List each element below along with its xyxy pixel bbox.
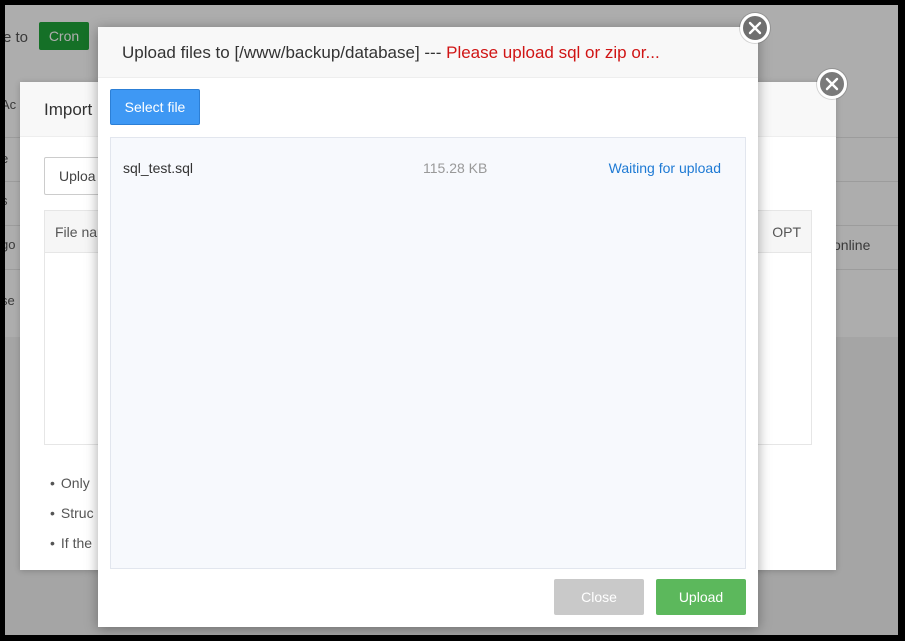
- file-name: sql_test.sql: [123, 160, 194, 176]
- import-note: Only: [50, 472, 94, 502]
- file-status: Waiting for upload: [608, 160, 721, 176]
- upload-dialog-header: Upload files to [/www/backup/database] -…: [98, 27, 758, 78]
- upload-title-warning: Please upload sql or zip or...: [446, 43, 660, 62]
- import-notes-list: Only Struc If the: [50, 472, 94, 562]
- screen-frame: e to Cron Ac e s go se online Import Upl…: [5, 5, 898, 635]
- upload-title-path: Upload files to [/www/backup/database] -…: [122, 43, 447, 62]
- import-col-opt: OPT: [772, 224, 801, 240]
- upload-button[interactable]: Upload: [656, 579, 746, 615]
- close-icon[interactable]: [817, 69, 847, 99]
- upload-file-list: sql_test.sql 115.28 KB Waiting for uploa…: [110, 137, 746, 569]
- import-col-file-name: File nar: [55, 224, 102, 240]
- upload-dialog-title: Upload files to [/www/backup/database] -…: [122, 43, 660, 63]
- select-file-button[interactable]: Select file: [110, 89, 200, 125]
- close-icon[interactable]: [740, 13, 770, 43]
- import-note: If the: [50, 532, 94, 562]
- file-size: 115.28 KB: [423, 160, 488, 176]
- list-item: sql_test.sql 115.28 KB Waiting for uploa…: [111, 158, 745, 182]
- close-button[interactable]: Close: [554, 579, 644, 615]
- import-dialog-title: Import: [44, 100, 93, 119]
- upload-dialog: Upload files to [/www/backup/database] -…: [98, 27, 758, 627]
- import-note: Struc: [50, 502, 94, 532]
